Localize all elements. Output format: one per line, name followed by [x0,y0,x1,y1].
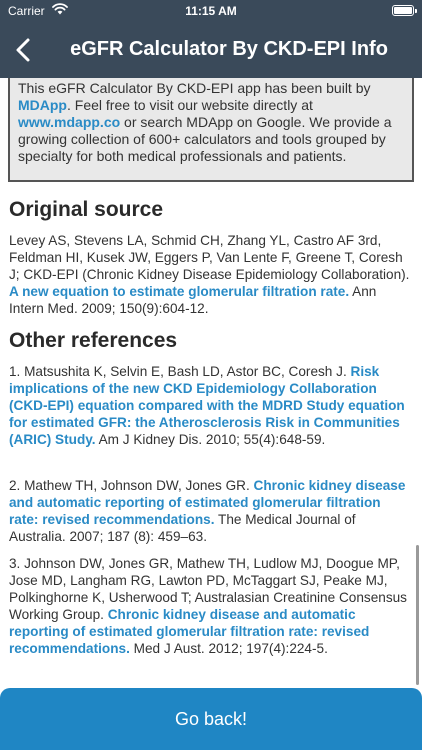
section-heading-other: Other references [9,329,178,352]
scrollbar[interactable] [416,545,419,685]
section-heading-original: Original source [9,198,164,221]
page-title: eGFR Calculator By CKD-EPI Info [70,38,388,60]
reference-authors: Levey AS, Stevens LA, Schmid CH, Zhang Y… [9,233,410,282]
reference-item: 2. Mathew TH, Johnson DW, Jones GR. Chro… [9,477,413,545]
battery-icon [392,5,417,16]
go-back-button[interactable]: Go back! [0,688,422,750]
info-text: . Feel free to visit our website directl… [67,97,313,113]
mdapp-link[interactable]: MDApp [18,97,67,113]
clock: 11:15 AM [185,4,237,18]
original-source-text: Levey AS, Stevens LA, Schmid CH, Zhang Y… [9,232,413,317]
go-back-label: Go back! [174,709,248,729]
status-bar: Carrier 11:15 AM [0,0,422,22]
info-box: This eGFR Calculator By CKD-EPI app has … [8,78,414,182]
reference-link[interactable]: A new equation to estimate glomerular fi… [9,284,349,299]
reference-authors: 2. Mathew TH, Johnson DW, Jones GR. [9,478,254,493]
website-link[interactable]: www.mdapp.co [18,114,120,130]
reference-item: 3. Johnson DW, Jones GR, Mathew TH, Ludl… [9,555,413,657]
footer-bar: Go back! [0,688,422,750]
reference-journal: Med J Aust. 2012; 197(4):224-5. [129,641,328,656]
back-chevron-icon[interactable] [12,36,36,64]
reference-item: 1. Matsushita K, Selvin E, Bash LD, Asto… [9,363,413,448]
reference-journal: Am J Kidney Dis. 2010; 55(4):648-59. [95,432,326,447]
scroll-content[interactable]: This eGFR Calculator By CKD-EPI app has … [0,78,422,688]
reference-authors: 1. Matsushita K, Selvin E, Bash LD, Asto… [9,364,351,379]
nav-bar: eGFR Calculator By CKD-EPI Info [0,22,422,78]
info-text: This eGFR Calculator By CKD-EPI app has … [18,80,371,96]
